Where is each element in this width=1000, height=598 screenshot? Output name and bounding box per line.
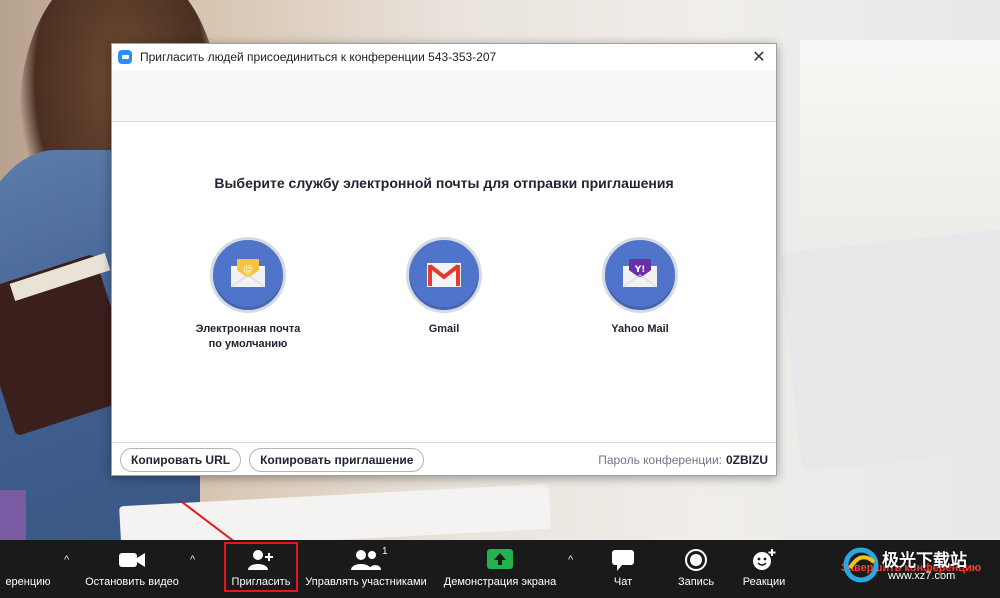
yahoo-mail-icon: Y! xyxy=(602,237,678,313)
reactions-button[interactable]: Реакции xyxy=(736,540,792,598)
gmail-icon xyxy=(406,237,482,313)
manage-participants-label: Управлять участниками xyxy=(305,576,427,588)
svg-text:@: @ xyxy=(243,264,253,275)
yahoo-mail-label: Yahoo Mail xyxy=(611,323,669,335)
default-email-label-line2: по умолчанию xyxy=(208,338,288,350)
invite-dialog: Пригласить людей присоединиться к конфер… xyxy=(111,43,777,476)
audio-options-caret[interactable]: ^ xyxy=(64,554,69,566)
stop-video-label: Остановить видео xyxy=(85,576,179,588)
dialog-heading: Выберите службу электронной почты для от… xyxy=(214,175,674,191)
copy-invitation-button[interactable]: Копировать приглашение xyxy=(249,447,425,472)
participants-icon xyxy=(351,550,381,570)
end-meeting-button[interactable]: Завершить конференцию xyxy=(826,540,996,598)
record-label: Запись xyxy=(677,576,715,588)
video-camera-icon xyxy=(119,553,145,567)
share-screen-label: Демонстрация экрана xyxy=(443,576,557,588)
dialog-titlebar: Пригласить людей присоединиться к конфер… xyxy=(112,44,776,70)
record-button[interactable]: Запись xyxy=(670,540,722,598)
reactions-label: Реакции xyxy=(742,576,786,588)
background-purple-object xyxy=(0,490,26,540)
default-email-option[interactable]: @ Электронная почта по умолчанию xyxy=(178,237,318,352)
share-options-caret[interactable]: ^ xyxy=(568,554,573,566)
audio-label: еренцию xyxy=(5,576,51,588)
share-screen-button[interactable]: Демонстрация экрана xyxy=(438,540,562,598)
end-meeting-label: Завершить конференцию xyxy=(840,562,982,574)
smiley-add-icon xyxy=(753,549,776,570)
chat-button[interactable]: Чат xyxy=(600,540,646,598)
background-window xyxy=(800,40,1000,240)
share-screen-icon xyxy=(487,549,513,569)
svg-text:Y!: Y! xyxy=(634,265,646,275)
chat-label: Чат xyxy=(613,576,633,588)
invite-highlight-box xyxy=(224,542,298,592)
dialog-tab-area xyxy=(112,70,776,122)
dialog-title: Пригласить людей присоединиться к конфер… xyxy=(140,50,497,64)
dialog-footer: Копировать URL Копировать приглашение Па… xyxy=(112,442,776,476)
meeting-password-value: 0ZBIZU xyxy=(726,452,768,467)
participants-count: 1 xyxy=(382,546,388,557)
meeting-toolbar: еренцию ^ Остановить видео ^ Пригласить … xyxy=(0,540,1000,598)
close-button[interactable]: ✕ xyxy=(748,46,770,68)
record-icon xyxy=(685,549,707,571)
default-email-label-line1: Электронная почта xyxy=(195,323,301,335)
copy-url-button[interactable]: Копировать URL xyxy=(120,447,242,472)
zoom-app-icon xyxy=(118,50,132,64)
meeting-password-label: Пароль конференции: xyxy=(598,452,722,467)
stop-video-button[interactable]: Остановить видео xyxy=(80,540,184,598)
gmail-option[interactable]: Gmail xyxy=(374,237,514,337)
yahoo-mail-option[interactable]: Y! Yahoo Mail xyxy=(570,237,710,337)
video-options-caret[interactable]: ^ xyxy=(190,554,195,566)
leave-audio-button[interactable]: еренцию xyxy=(0,540,62,598)
default-email-icon: @ xyxy=(210,237,286,313)
chat-bubble-icon xyxy=(612,550,634,571)
meeting-password: Пароль конференции: 0ZBIZU xyxy=(598,453,768,467)
gmail-label: Gmail xyxy=(428,323,460,335)
background-laptop xyxy=(779,228,1000,472)
manage-participants-button[interactable]: 1 Управлять участниками xyxy=(300,540,432,598)
